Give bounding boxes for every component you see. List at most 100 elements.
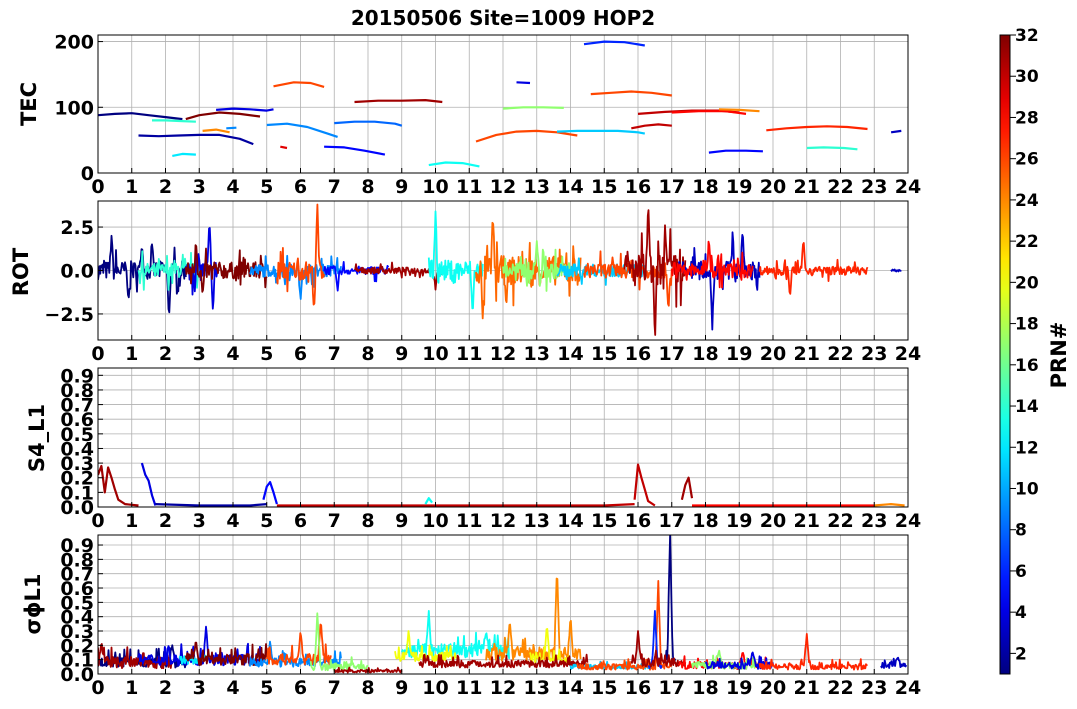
x-tick-label: 21 (794, 510, 820, 532)
series-prn-5 (324, 145, 386, 156)
x-tick-label: 7 (328, 176, 341, 198)
panel-S4_L1: 0 1 2 3 4 5 6 7 8 9 10 11 12 13 14 15 16 17 18 19 20 21 22 23 24… (25, 365, 921, 532)
x-tick-label: 16 (625, 677, 651, 699)
x-tick-label: 22 (827, 176, 853, 198)
colorbar: 2468101214161820222426283032 PRN# (999, 26, 1071, 675)
y-tick-label: 0 (81, 163, 94, 185)
x-tick-label: 16 (625, 343, 651, 365)
x-tick-label: 10 (422, 343, 448, 365)
series-group (98, 40, 902, 168)
x-tick-label: 9 (395, 677, 408, 699)
x-tick-label: 23 (861, 343, 887, 365)
series-prn-4 (140, 462, 157, 506)
x-tick-label: 22 (827, 343, 853, 365)
x-tick-label: 9 (395, 510, 408, 532)
x-tick-label: 16 (625, 510, 651, 532)
y-tick-label: 100 (54, 97, 94, 119)
series-group (98, 203, 902, 336)
series-group (98, 535, 908, 674)
series-prn-4 (516, 81, 531, 85)
x-tick-label: 13 (524, 510, 550, 532)
x-tick-label: 2 (159, 510, 172, 532)
x-tick-label: 10 (422, 677, 448, 699)
panels: 0 1 2 3 4 5 6 7 8 9 10 11 12 13 14 15 16 17 18 19 20 21 22 23 24… (9, 32, 921, 699)
x-tick-label: 3 (193, 510, 206, 532)
y-axis-label: S4_L1 (25, 404, 49, 472)
series-prn-27 (758, 242, 869, 295)
figure: 20150506 Site=1009 HOP2 0 1 2 3 4 5 6 7 8 9 10 11 12… (9, 6, 1071, 699)
colorbar-tick-label: 10 (1015, 479, 1039, 499)
series-prn-27 (766, 125, 868, 132)
x-tick-label: 12 (490, 343, 516, 365)
x-tick-label: 22 (827, 677, 853, 699)
x-tick-label: 20 (760, 510, 786, 532)
x-tick-label: 24 (895, 176, 921, 198)
panel-TEC: 0 1 2 3 4 5 6 7 8 9 10 11 12 13 14 15 16 17 18 19 20 21 22 23 24… (17, 32, 921, 198)
x-tick-label: 23 (861, 510, 887, 532)
series-prn-24 (202, 128, 230, 134)
x-tick-label: 21 (794, 176, 820, 198)
x-tick-label: 12 (490, 677, 516, 699)
x-tick-label: 6 (294, 343, 307, 365)
series-prn-1 (98, 112, 183, 121)
x-tick-label: 15 (591, 510, 617, 532)
x-tick-label: 16 (625, 176, 651, 198)
y-tick-label: 200 (54, 32, 94, 54)
x-tick-label: 5 (260, 343, 273, 365)
x-tick-label: 17 (659, 510, 685, 532)
y-tick-label: 0.9 (60, 535, 94, 557)
series-prn-13 (427, 210, 484, 310)
x-tick-label: 4 (226, 343, 239, 365)
y-axis-label: σϕL1 (21, 573, 45, 634)
x-tick-label: 1 (125, 510, 138, 532)
x-tick-label: 14 (557, 176, 583, 198)
series-prn-31 (680, 476, 694, 500)
x-tick-label: 11 (456, 677, 482, 699)
x-tick-label: 8 (361, 677, 374, 699)
x-tick-label: 6 (294, 510, 307, 532)
series-group (98, 462, 905, 507)
colorbar-tick-label: 8 (1015, 521, 1027, 541)
x-tick-label: 23 (861, 677, 887, 699)
x-tick-label: 18 (692, 176, 718, 198)
series-prn-31 (630, 630, 687, 668)
x-tick-label: 15 (591, 176, 617, 198)
x-tick-label: 21 (794, 343, 820, 365)
x-tick-label: 6 (294, 176, 307, 198)
x-tick-label: 3 (193, 343, 206, 365)
series-prn-3 (890, 268, 902, 273)
x-tick-label: 21 (794, 677, 820, 699)
x-tick-label: 23 (861, 176, 887, 198)
series-prn-3 (890, 129, 902, 134)
x-tick-label: 18 (692, 677, 718, 699)
x-tick-label: 15 (591, 343, 617, 365)
x-tick-label: 17 (659, 677, 685, 699)
x-tick-label: 13 (524, 677, 550, 699)
series-prn-2 (155, 503, 267, 507)
colorbar-tick-label: 22 (1015, 232, 1039, 252)
x-tick-label: 19 (726, 176, 752, 198)
x-tick-label: 20 (760, 176, 786, 198)
panel-sigma_phi_L1: 0 1 2 3 4 5 6 7 8 9 10 11 12 13 14 15 16 17 18 19 20 21 22 23 24… (21, 534, 921, 699)
series-prn-4 (216, 107, 274, 112)
x-tick-label: 2 (159, 176, 172, 198)
y-tick-label: 0.9 (60, 365, 94, 387)
series-prn-5 (262, 481, 278, 505)
series-prn-6 (583, 40, 645, 47)
series-prn-27 (758, 633, 868, 671)
colorbar-label: PRN# (1047, 322, 1071, 389)
colorbar-tick-label: 30 (1015, 67, 1039, 87)
x-tick-label: 14 (557, 510, 583, 532)
x-tick-label: 14 (557, 677, 583, 699)
colorbar-tick-label: 4 (1015, 603, 1027, 623)
colorbar-tick-label: 2 (1015, 644, 1027, 664)
series-prn-26 (273, 81, 325, 88)
series-prn-13 (424, 497, 433, 505)
x-tick-label: 22 (827, 510, 853, 532)
x-tick-label: 14 (557, 343, 583, 365)
x-tick-label: 1 (125, 677, 138, 699)
x-tick-label: 13 (524, 176, 550, 198)
x-tick-label: 4 (226, 677, 239, 699)
x-tick-label: 5 (260, 176, 273, 198)
x-tick-label: 19 (726, 677, 752, 699)
